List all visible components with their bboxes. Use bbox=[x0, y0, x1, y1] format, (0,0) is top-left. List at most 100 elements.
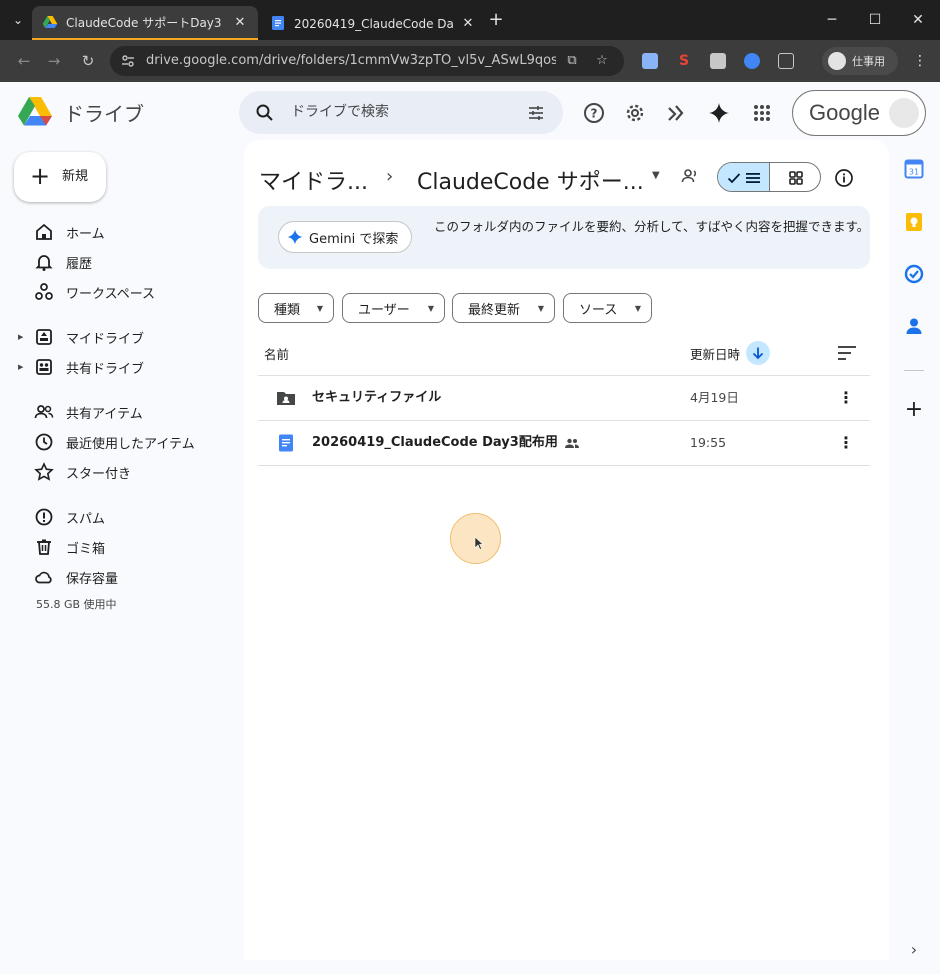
divider bbox=[258, 465, 870, 466]
file-name: セキュリティファイル bbox=[312, 390, 442, 405]
contacts-icon[interactable] bbox=[904, 316, 924, 336]
table-row[interactable]: 20260419_ClaudeCode Day3配布用 19:55 ⋮ bbox=[258, 421, 870, 465]
minimize-icon[interactable]: ─ bbox=[822, 10, 842, 30]
filter-source-chip[interactable]: ソース ▼ bbox=[563, 293, 652, 323]
extension-s-icon[interactable]: S bbox=[676, 53, 692, 69]
sidebar-item-label: マイドライブ bbox=[66, 331, 145, 347]
reload-icon[interactable]: ↻ bbox=[78, 51, 98, 71]
search-options-icon[interactable] bbox=[527, 104, 545, 122]
sidebar-item-shared-with-me[interactable]: 共有アイテム bbox=[22, 398, 238, 426]
keep-icon[interactable] bbox=[904, 212, 924, 232]
window-close-icon[interactable]: ✕ bbox=[908, 10, 928, 30]
expand-arrow-icon[interactable]: ▶ bbox=[18, 363, 26, 371]
sidebar-item-trash[interactable]: ゴミ箱 bbox=[22, 533, 238, 561]
gemini-extension-icon[interactable] bbox=[744, 53, 760, 69]
collapse-side-panel-icon[interactable]: › bbox=[906, 940, 922, 959]
sidebar-item-shared-drives[interactable]: ▶ 共有ドライブ bbox=[18, 353, 238, 381]
new-button[interactable]: + 新規 bbox=[14, 152, 106, 202]
forward-icon[interactable]: → bbox=[44, 51, 64, 71]
more-actions-icon[interactable]: ⋮ bbox=[836, 433, 856, 453]
browser-tab-drive[interactable]: ClaudeCode サポートDay3 - Goo ✕ bbox=[32, 6, 258, 40]
chip-caret-icon: ▼ bbox=[316, 304, 323, 313]
chip-label: 種類 bbox=[274, 302, 301, 318]
profile-button[interactable]: 仕事用 bbox=[822, 47, 898, 75]
offline-ready-icon[interactable] bbox=[666, 102, 688, 124]
sort-options-icon[interactable] bbox=[837, 344, 857, 362]
expand-arrow-icon[interactable]: ▶ bbox=[18, 333, 26, 341]
search-icon[interactable] bbox=[255, 103, 275, 123]
profile-label: 仕事用 bbox=[852, 55, 885, 68]
profile-avatar bbox=[828, 52, 846, 70]
share-people-icon[interactable] bbox=[680, 166, 700, 186]
maximize-icon[interactable]: ☐ bbox=[865, 10, 885, 30]
browser-tab-doc[interactable]: 20260419_ClaudeCode Day3配 ✕ bbox=[260, 6, 486, 40]
apps-grid-icon[interactable] bbox=[751, 102, 773, 124]
sidebar-item-workspaces[interactable]: ワークスペース bbox=[22, 278, 238, 306]
site-info-icon[interactable] bbox=[120, 53, 136, 69]
check-icon bbox=[727, 173, 740, 184]
star-icon bbox=[34, 462, 54, 481]
browser-toolbar: ← → ↻ drive.google.com/drive/folders/1cm… bbox=[0, 40, 940, 82]
tab-close-icon[interactable]: ✕ bbox=[460, 16, 476, 31]
url-text: drive.google.com/drive/folders/1cmmVw3zp… bbox=[146, 53, 556, 68]
grid-icon bbox=[789, 171, 803, 185]
table-row[interactable]: セキュリティファイル 4月19日 ⋮ bbox=[258, 376, 870, 420]
tab-close-icon[interactable]: ✕ bbox=[232, 15, 248, 30]
bookmark-star-icon[interactable]: ☆ bbox=[594, 53, 610, 69]
extensions-puzzle-icon[interactable] bbox=[778, 53, 794, 69]
people-icon bbox=[34, 405, 54, 419]
sidebar-item-label: スター付き bbox=[66, 466, 132, 482]
tab-title: ClaudeCode サポートDay3 - Goo bbox=[66, 15, 226, 30]
plus-icon: + bbox=[30, 162, 51, 190]
drive-favicon-icon bbox=[42, 16, 58, 28]
account-button[interactable]: Google bbox=[792, 90, 926, 136]
install-app-icon[interactable]: ⧉ bbox=[564, 53, 580, 69]
gemini-explore-button[interactable]: Gemini で探索 bbox=[278, 221, 412, 253]
gemini-sparkle-icon bbox=[287, 229, 303, 245]
help-icon[interactable]: ? bbox=[583, 102, 605, 124]
filter-modified-chip[interactable]: 最終更新 ▼ bbox=[452, 293, 555, 323]
sort-direction-button[interactable] bbox=[746, 341, 770, 365]
settings-gear-icon[interactable] bbox=[624, 102, 646, 124]
file-name: 20260419_ClaudeCode Day3配布用 bbox=[312, 421, 580, 465]
chip-caret-icon: ▼ bbox=[427, 304, 434, 313]
tasks-icon[interactable] bbox=[904, 264, 924, 284]
sidebar-item-home[interactable]: ホーム bbox=[22, 218, 238, 246]
more-actions-icon[interactable]: ⋮ bbox=[836, 388, 856, 408]
grid-view-button[interactable] bbox=[770, 163, 820, 191]
chip-caret-icon: ▼ bbox=[537, 304, 544, 313]
sidebar-item-label: ホーム bbox=[66, 226, 105, 242]
clock-icon bbox=[35, 433, 53, 451]
folder-dropdown-icon[interactable]: ▼ bbox=[652, 170, 664, 182]
arrow-down-icon bbox=[752, 347, 764, 360]
sidebar-item-starred[interactable]: スター付き bbox=[22, 458, 238, 486]
filter-people-chip[interactable]: ユーザー ▼ bbox=[342, 293, 445, 323]
sidebar-item-recent[interactable]: 最近使用したアイテム bbox=[22, 428, 238, 456]
breadcrumb-current-folder[interactable]: ClaudeCode サポー... bbox=[417, 164, 644, 196]
column-header-name[interactable]: 名前 bbox=[264, 344, 289, 363]
column-header-modified[interactable]: 更新日時 bbox=[690, 344, 740, 363]
camera-extension-icon[interactable] bbox=[710, 53, 726, 69]
list-view-button[interactable] bbox=[718, 163, 770, 191]
breadcrumb-my-drive[interactable]: マイドラ... bbox=[259, 164, 368, 196]
sidebar-item-activity[interactable]: 履歴 bbox=[22, 248, 238, 276]
sidebar-item-spam[interactable]: スパム bbox=[22, 503, 238, 531]
info-icon[interactable] bbox=[834, 168, 854, 188]
file-modified-date: 4月19日 bbox=[690, 390, 739, 405]
add-addon-button[interactable]: + bbox=[904, 399, 924, 421]
filter-type-chip[interactable]: 種類 ▼ bbox=[258, 293, 334, 323]
browser-menu-icon[interactable]: ⋮ bbox=[912, 51, 928, 71]
search-input[interactable]: ドライブで検索 bbox=[291, 91, 389, 134]
sidebar-item-my-drive[interactable]: ▶ マイドライブ bbox=[18, 323, 238, 351]
calendar-icon[interactable]: 31 bbox=[904, 159, 924, 179]
click-highlight bbox=[450, 513, 501, 564]
extension-icon[interactable] bbox=[642, 53, 658, 69]
new-tab-button[interactable]: + bbox=[486, 10, 506, 30]
tab-search-chevron-icon[interactable]: ⌄ bbox=[8, 10, 28, 30]
gemini-sparkle-icon[interactable] bbox=[708, 102, 730, 124]
back-icon[interactable]: ← bbox=[14, 51, 34, 71]
my-drive-icon bbox=[36, 329, 52, 345]
address-bar[interactable]: drive.google.com/drive/folders/1cmmVw3zp… bbox=[110, 46, 624, 76]
search-bar[interactable]: ドライブで検索 bbox=[239, 91, 563, 134]
sidebar-item-storage[interactable]: 保存容量 bbox=[22, 563, 238, 591]
